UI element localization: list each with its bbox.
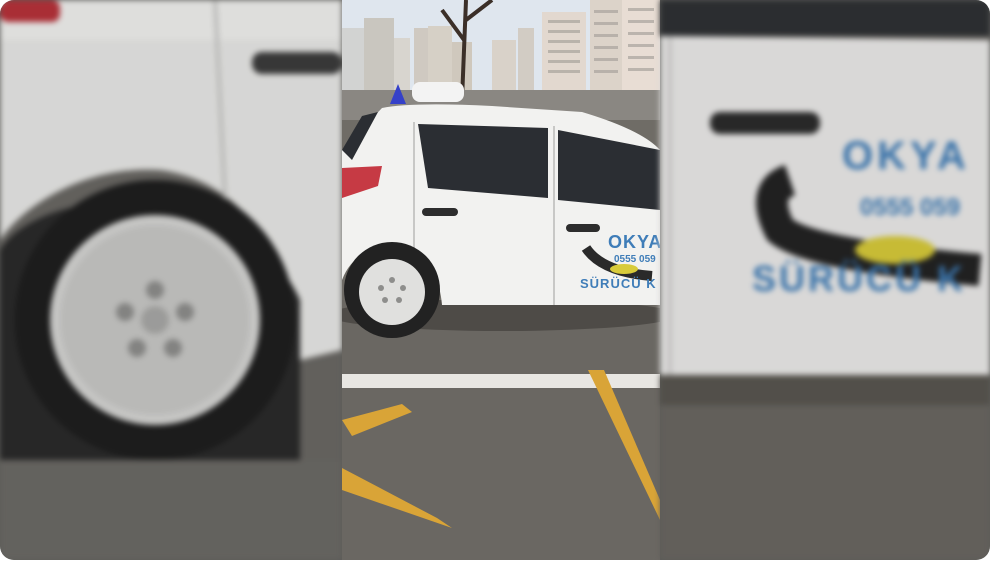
blur-sticker-subtitle: SÜRÜCÜ K — [752, 258, 967, 299]
blur-sticker-brand: OKYA — [842, 134, 970, 178]
sticker-subtitle: SÜRÜCÜ K — [580, 276, 657, 291]
left-blurred-panel — [0, 0, 342, 560]
sticker-phone: 0555 059 — [614, 254, 656, 265]
right-blurred-panel: OKYA 0555 059 SÜRÜCÜ K — [660, 0, 990, 560]
blur-sticker-phone: 0555 059 — [860, 194, 961, 221]
sticker-brand: OKYA — [608, 232, 660, 252]
video-content: OKYA 0555 059 SÜRÜCÜ K — [342, 0, 660, 560]
video-frame[interactable]: OKYA 0555 059 SÜRÜCÜ K OKYA 0555 059 SÜR… — [0, 0, 990, 560]
